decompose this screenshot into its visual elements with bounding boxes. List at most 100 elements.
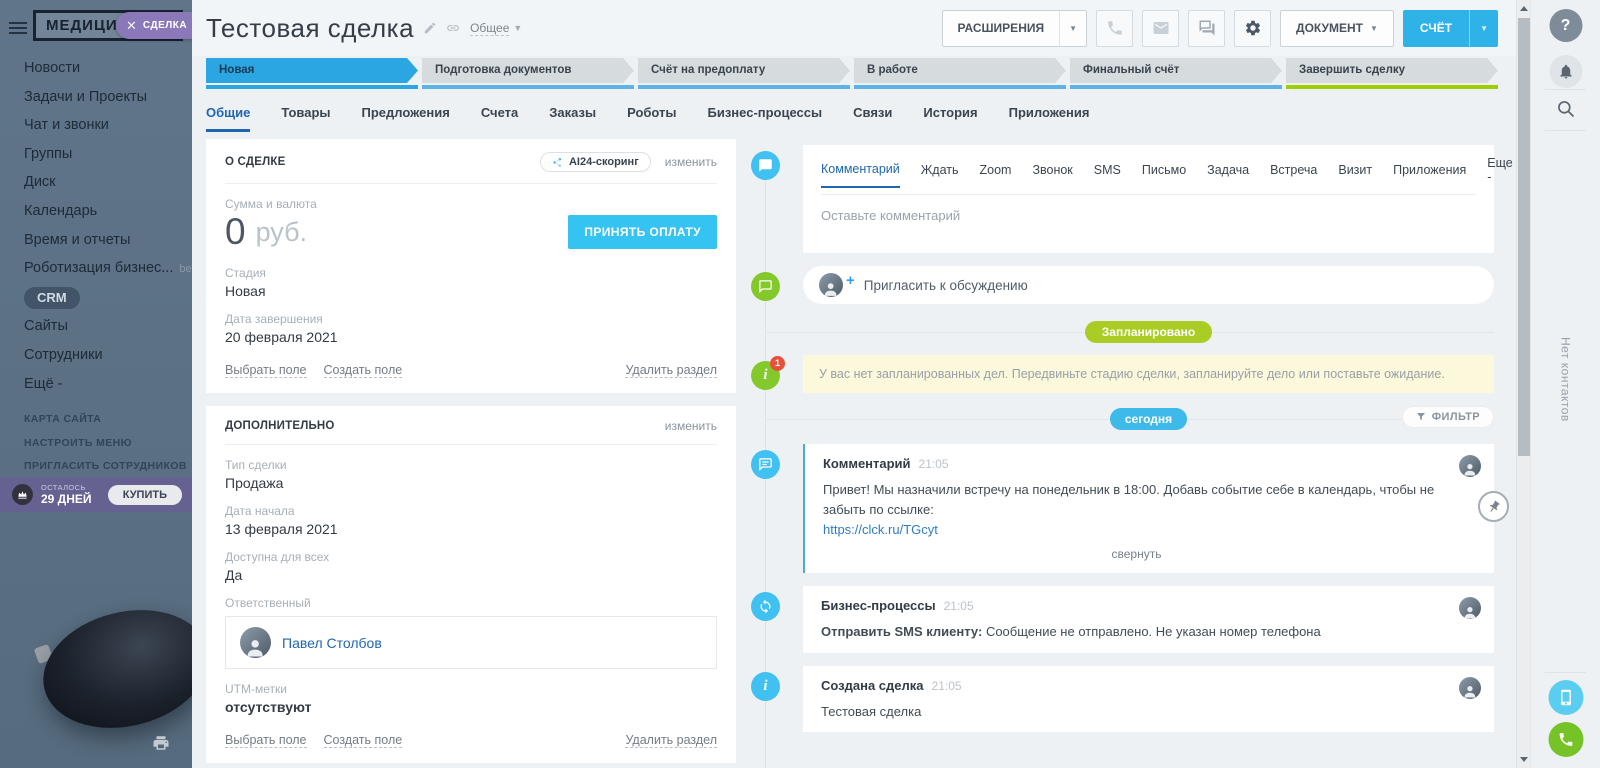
- create-field-link[interactable]: Создать поле: [324, 733, 403, 748]
- create-field-link[interactable]: Создать поле: [324, 363, 403, 378]
- composer-tab-sms[interactable]: SMS: [1094, 163, 1121, 187]
- sidebar-item-crm[interactable]: CRM: [0, 284, 192, 313]
- deal-stage-bar: Новая Подготовка документов Счёт на пред…: [192, 56, 1516, 89]
- sidebar-item-chat[interactable]: Чат и звонки: [0, 111, 192, 140]
- sidebar-item-calendar[interactable]: Календарь: [0, 197, 192, 226]
- start-date-value[interactable]: 13 февраля 2021: [225, 521, 717, 537]
- buy-button[interactable]: КУПИТЬ: [108, 485, 182, 505]
- tab-orders[interactable]: Заказы: [549, 105, 596, 132]
- email-button[interactable]: [1142, 10, 1179, 47]
- tab-invoices[interactable]: Счета: [481, 105, 518, 132]
- tab-products[interactable]: Товары: [281, 105, 330, 132]
- composer-tab-wait[interactable]: Ждать: [921, 163, 959, 187]
- delete-section-link[interactable]: Удалить раздел: [625, 363, 717, 378]
- available-value[interactable]: Да: [225, 567, 717, 583]
- responsible-user-link[interactable]: Павел Столбов: [282, 635, 382, 651]
- tab-quotes[interactable]: Предложения: [362, 105, 450, 132]
- configure-menu-link[interactable]: НАСТРОИТЬ МЕНЮ: [0, 432, 192, 456]
- stage-in-progress[interactable]: В работе: [854, 58, 1066, 89]
- stage-new[interactable]: Новая: [206, 58, 418, 89]
- composer-tab-zoom[interactable]: Zoom: [980, 163, 1012, 187]
- mobile-icon: [1557, 689, 1574, 706]
- tab-robots[interactable]: Роботы: [627, 105, 676, 132]
- tab-general[interactable]: Общие: [206, 105, 250, 132]
- composer-tab-apps[interactable]: Приложения: [1393, 163, 1466, 187]
- composer-tab-email[interactable]: Письмо: [1142, 163, 1186, 187]
- select-field-link[interactable]: Выбрать поле: [225, 733, 307, 748]
- deal-amount[interactable]: 0: [225, 211, 246, 253]
- extensions-button[interactable]: РАСШИРЕНИЯ ▼: [942, 10, 1088, 47]
- deal-category-selector[interactable]: Общее: [470, 21, 509, 36]
- invite-employees-link[interactable]: ПРИГЛАСИТЬ СОТРУДНИКОВ: [0, 455, 192, 479]
- composer-tab-task[interactable]: Задача: [1207, 163, 1249, 187]
- tab-bizproc[interactable]: Бизнес-процессы: [708, 105, 823, 132]
- composer-tab-meeting[interactable]: Встреча: [1270, 163, 1317, 187]
- scrollbar-thumb[interactable]: [1518, 18, 1530, 456]
- help-button[interactable]: ?: [1549, 9, 1582, 42]
- scroll-down-arrow[interactable]: [1520, 757, 1528, 762]
- chat-button[interactable]: [1188, 10, 1225, 47]
- telephony-button[interactable]: [1548, 722, 1583, 757]
- printer-icon[interactable]: [152, 734, 170, 752]
- sidebar-item-groups[interactable]: Группы: [0, 140, 192, 169]
- close-icon[interactable]: ✕: [126, 19, 137, 32]
- tab-relations[interactable]: Связи: [853, 105, 892, 132]
- field-label: Сумма и валюта: [225, 197, 717, 211]
- stage-close-deal[interactable]: Завершить сделку: [1286, 58, 1498, 89]
- accept-payment-button[interactable]: ПРИНЯТЬ ОПЛАТУ: [568, 215, 717, 249]
- deal-type-value[interactable]: Продажа: [225, 475, 717, 491]
- vertical-scrollbar[interactable]: [1516, 0, 1530, 768]
- sidebar-item-more[interactable]: Ещё -: [0, 370, 192, 399]
- comment-bubble-icon: [751, 151, 780, 180]
- search-button[interactable]: [1554, 97, 1578, 121]
- avatar: [240, 627, 271, 658]
- scroll-up-arrow[interactable]: [1520, 6, 1528, 11]
- stage-value[interactable]: Новая: [225, 283, 717, 299]
- composer-tab-visit[interactable]: Визит: [1338, 163, 1372, 187]
- sidebar-item-sites[interactable]: Сайты: [0, 312, 192, 341]
- select-field-link[interactable]: Выбрать поле: [225, 363, 307, 378]
- link-icon[interactable]: [446, 21, 460, 35]
- hamburger-menu-icon[interactable]: [9, 19, 27, 37]
- sidebar: МЕДИЦИНА ✕ СДЕЛКА Новости Задачи и Проек…: [0, 0, 192, 768]
- edit-title-icon[interactable]: [423, 21, 437, 35]
- stage-documents[interactable]: Подготовка документов: [422, 58, 634, 89]
- edit-section-link[interactable]: изменить: [665, 155, 717, 169]
- tab-apps[interactable]: Приложения: [1009, 105, 1090, 132]
- edit-section-link[interactable]: изменить: [665, 419, 717, 433]
- close-date-value[interactable]: 20 февраля 2021: [225, 329, 717, 345]
- pin-button[interactable]: [1478, 491, 1509, 522]
- notifications-button[interactable]: [1549, 55, 1582, 88]
- stage-prepayment[interactable]: Счёт на предоплату: [638, 58, 850, 89]
- tab-history[interactable]: История: [923, 105, 977, 132]
- comment-input[interactable]: Оставьте комментарий: [821, 194, 1476, 253]
- sidebar-item-time[interactable]: Время и отчеты: [0, 226, 192, 255]
- ai-scoring-button[interactable]: AI24-скоринг: [540, 152, 651, 172]
- chevron-down-icon[interactable]: ▼: [513, 23, 522, 33]
- calendar-link[interactable]: https://clck.ru/TGcyt: [823, 522, 938, 537]
- mobile-app-button[interactable]: [1548, 680, 1583, 715]
- invoice-dropdown[interactable]: ▼: [1469, 10, 1498, 47]
- composer-tab-call[interactable]: Звонок: [1032, 163, 1072, 187]
- composer-tab-more[interactable]: Еще -: [1487, 156, 1512, 194]
- composer-tab-comment[interactable]: Комментарий: [821, 162, 900, 188]
- sidebar-item-disk[interactable]: Диск: [0, 168, 192, 197]
- collapse-link[interactable]: свернуть: [823, 547, 1450, 561]
- field-label: Дата начала: [225, 504, 717, 518]
- filter-button[interactable]: ФИЛЬТР: [1402, 406, 1494, 428]
- delete-section-link[interactable]: Удалить раздел: [625, 733, 717, 748]
- extensions-dropdown[interactable]: ▼: [1059, 11, 1086, 46]
- sidebar-item-news[interactable]: Новости: [0, 54, 192, 83]
- settings-button[interactable]: [1234, 10, 1271, 47]
- stage-final-invoice[interactable]: Финальный счёт: [1070, 58, 1282, 89]
- no-contacts-label: Нет контактов: [1559, 337, 1573, 422]
- deal-slider-tab[interactable]: ✕ СДЕЛКА: [116, 12, 192, 39]
- invite-to-discussion[interactable]: + Пригласить к обсуждению: [803, 266, 1494, 304]
- document-button[interactable]: ДОКУМЕНТ▼: [1280, 10, 1394, 47]
- sitemap-link[interactable]: КАРТА САЙТА: [0, 408, 192, 432]
- invoice-button[interactable]: СЧЁТ ▼: [1403, 10, 1498, 47]
- sidebar-item-rpa[interactable]: Роботизация бизнес...beta: [0, 254, 192, 284]
- sidebar-item-employees[interactable]: Сотрудники: [0, 341, 192, 370]
- sidebar-item-tasks[interactable]: Задачи и Проекты: [0, 83, 192, 112]
- call-button[interactable]: [1096, 10, 1133, 47]
